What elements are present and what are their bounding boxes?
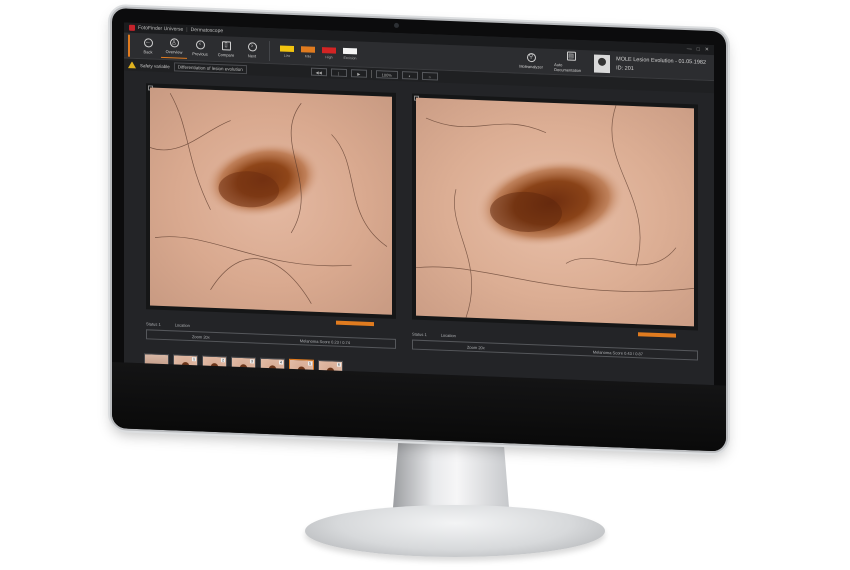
webcam-icon <box>394 22 399 29</box>
arrow-left-icon: ← <box>143 37 153 48</box>
image-panel-right[interactable] <box>412 93 698 331</box>
active-tab-marker-right <box>638 332 676 338</box>
next-button[interactable]: › Next <box>239 38 265 61</box>
moleanalyzer-button[interactable]: ⚲ Moleanalyzer <box>514 49 548 72</box>
module-name: Dermatoscope <box>190 27 224 35</box>
patient-avatar[interactable] <box>594 54 611 73</box>
dermoscopy-image-left[interactable] <box>150 87 392 315</box>
thumbnail-tag: 2 <box>221 358 225 363</box>
auto-documentation-button[interactable]: ▤ Auto Documentation <box>554 50 588 73</box>
person-icon: ♙ <box>169 38 179 48</box>
app-name: FotoFinder Universe <box>138 24 184 33</box>
brightness-button[interactable]: ☼ <box>421 71 438 81</box>
monitor-stand-base <box>305 505 605 557</box>
chevron-right-icon: › <box>247 41 257 52</box>
thumbnail-tag: 3 <box>250 359 254 364</box>
play-button[interactable]: ▶ <box>350 69 367 78</box>
contrast-button[interactable]: ◐ <box>401 71 418 80</box>
compare-icon: ▯ <box>221 40 231 51</box>
warning-label: Safety variable <box>140 62 170 69</box>
info-field[interactable]: Differentiation of lesion evolution <box>173 61 247 74</box>
split-button[interactable]: | <box>330 68 347 78</box>
swatch-mild-label: Mild <box>304 53 312 59</box>
toolbar-divider <box>269 40 270 61</box>
rewind-button[interactable]: ◀◀ <box>310 67 327 77</box>
zoom-label-right: Zoom 20x <box>466 344 485 350</box>
swatch-low-label: Low <box>283 53 291 58</box>
warning-icon <box>128 61 136 68</box>
minimize-button[interactable]: — <box>687 46 692 52</box>
previous-button[interactable]: ‹ Previous <box>187 36 213 59</box>
monitor-bezel: FotoFinder Universe | Dermatoscope — □ ✕… <box>112 8 726 452</box>
maximize-button[interactable]: □ <box>697 46 700 52</box>
close-button[interactable]: ✕ <box>705 47 709 53</box>
dermoscopy-image-right[interactable] <box>416 97 694 327</box>
status-label-left: Status 1 <box>146 320 161 327</box>
thumbnail-tag: 4 <box>279 360 283 365</box>
swatch-high-color <box>322 46 336 54</box>
control-divider <box>370 69 372 78</box>
location-label-left: Location <box>174 321 190 328</box>
metadata-right: Status 1 Location Zoom 20x Melanoma Scor… <box>412 330 698 361</box>
swatch-excision-label: Excision <box>343 55 357 60</box>
analyzer-icon: ⚲ <box>526 52 536 62</box>
back-label: Back <box>143 48 153 55</box>
score-label-left: Melanoma Score 0.23 / 0.74 <box>299 337 351 345</box>
metadata-left: Status 1 Location Zoom 20x Melanoma Scor… <box>146 319 396 349</box>
swatch-high-label: High <box>325 54 333 59</box>
compare-button[interactable]: ▯ Compare <box>213 37 239 60</box>
location-label-right: Location <box>440 332 456 338</box>
swatch-mild[interactable]: Mild <box>299 45 317 59</box>
thumbnail-tag: 6 <box>337 362 341 367</box>
back-button[interactable]: ← Back <box>135 34 161 57</box>
compare-label: Compare <box>217 51 235 58</box>
swatch-mild-color <box>301 45 315 53</box>
overview-button[interactable]: ♙ Overview <box>161 35 187 59</box>
swatch-high[interactable]: High <box>320 46 338 59</box>
status-label-right: Status 1 <box>412 331 427 337</box>
view-controls: ◀◀ | ▶ 100% ◐ ☼ <box>310 67 438 81</box>
toolbar-accent <box>128 34 130 57</box>
score-label-right: Melanoma Score 0.43 / 0.87 <box>592 348 644 356</box>
swatch-low-color <box>280 44 294 52</box>
thumbnail-tag: 1 <box>192 357 196 362</box>
chevron-left-icon: ‹ <box>195 39 205 50</box>
swatch-excision-color <box>343 47 357 54</box>
zoom-label-left: Zoom 20x <box>191 333 210 340</box>
previous-label: Previous <box>192 50 208 57</box>
auto-documentation-label: Auto Documentation <box>554 61 582 74</box>
zoom-level[interactable]: 100% <box>375 70 398 79</box>
active-tab-marker-left <box>336 320 374 327</box>
thumbnail-tag: 5 <box>308 361 312 366</box>
lesion-right-graphic <box>416 105 694 318</box>
app-window: FotoFinder Universe | Dermatoscope — □ ✕… <box>124 22 714 386</box>
swatch-low[interactable]: Low <box>278 44 296 58</box>
next-label: Next <box>247 52 257 59</box>
image-panel-left[interactable] <box>146 83 396 319</box>
risk-swatch-group: Low Mild High Excision <box>278 44 359 60</box>
moleanalyzer-label: Moleanalyzer <box>519 63 543 70</box>
overview-label: Overview <box>165 49 183 55</box>
document-icon: ▤ <box>566 51 576 61</box>
patient-info: MOLE Lesion Evolution - 01.05.1982 ID: 2… <box>616 55 710 77</box>
app-logo-icon <box>129 24 135 31</box>
lesion-left-graphic <box>150 93 388 304</box>
swatch-excision[interactable]: Excision <box>341 47 359 60</box>
